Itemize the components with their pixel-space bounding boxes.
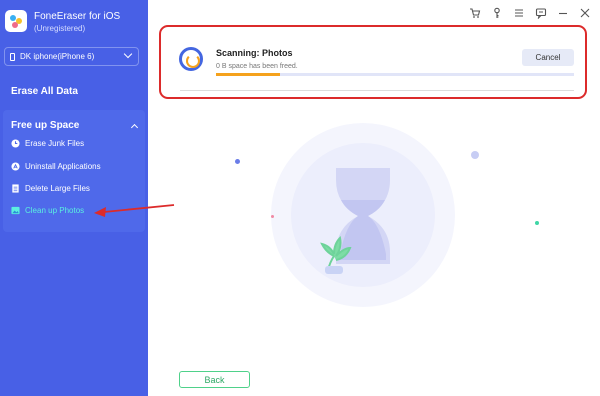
sidebar-item-erase-junk-files[interactable]: Erase Junk Files — [11, 139, 84, 148]
progress-fill — [216, 73, 281, 76]
phone-icon — [10, 52, 15, 61]
sidebar-item-uninstall-applications[interactable]: Uninstall Applications — [11, 162, 101, 171]
minimize-icon[interactable] — [556, 6, 570, 20]
scanning-icon — [179, 47, 203, 71]
file-icon — [11, 184, 20, 193]
device-select[interactable]: DK iphone(iPhone 6) — [4, 47, 139, 66]
sidebar-item-label: Uninstall Applications — [25, 162, 101, 171]
clock-icon — [11, 139, 20, 148]
sidebar-item-label: Delete Large Files — [25, 184, 90, 193]
cart-icon[interactable] — [468, 6, 482, 20]
decor-dot — [471, 151, 479, 159]
annotation-arrow-icon — [94, 204, 175, 217]
photo-icon — [11, 206, 20, 215]
scan-progress-bar — [216, 73, 574, 76]
app-store-icon — [11, 162, 20, 171]
divider — [180, 90, 574, 91]
cancel-button[interactable]: Cancel — [522, 49, 574, 66]
menu-icon[interactable] — [512, 6, 526, 20]
sidebar-item-erase-all-data[interactable]: Erase All Data — [11, 86, 78, 97]
chevron-up-icon[interactable] — [130, 123, 139, 132]
app-title: FoneEraser for iOS — [34, 11, 121, 22]
back-button[interactable]: Back — [179, 371, 250, 388]
sidebar-item-delete-large-files[interactable]: Delete Large Files — [11, 184, 90, 193]
close-icon[interactable] — [578, 6, 592, 20]
decor-dot — [271, 215, 274, 218]
sidebar-item-label: Erase Junk Files — [25, 139, 85, 148]
sidebar-item-label: Clean up Photos — [25, 206, 85, 215]
window-toolbar — [468, 6, 592, 20]
hourglass-illustration — [271, 123, 455, 307]
feedback-icon[interactable] — [534, 6, 548, 20]
app-logo-icon — [5, 10, 27, 32]
app-subtitle: (Unregistered) — [34, 24, 86, 33]
scan-progress-card: Scanning: Photos 0 B space has been free… — [176, 40, 581, 90]
decor-dot — [235, 159, 240, 164]
free-up-space-header[interactable]: Free up Space — [11, 120, 79, 131]
scan-status: 0 B space has been freed. — [216, 63, 298, 70]
key-icon[interactable] — [490, 6, 504, 20]
scan-title: Scanning: Photos — [216, 48, 293, 58]
chevron-down-icon — [123, 49, 133, 59]
decor-dot — [535, 221, 539, 225]
sidebar-item-clean-up-photos[interactable]: Clean up Photos — [11, 206, 84, 215]
device-label: DK iphone(iPhone 6) — [20, 52, 95, 61]
